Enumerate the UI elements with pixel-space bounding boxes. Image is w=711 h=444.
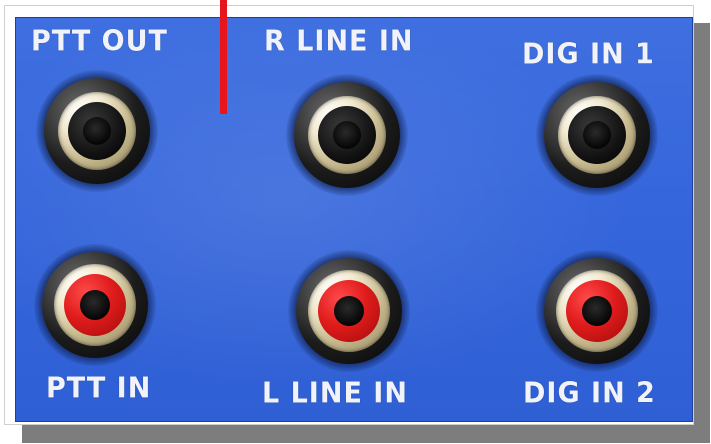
- label-dig-in-2: DIG IN 2: [523, 377, 656, 410]
- label-ptt-out: PTT OUT: [31, 25, 168, 58]
- label-ptt-in: PTT IN: [46, 372, 152, 405]
- jack-ptt-out: [36, 70, 158, 192]
- jack-l-line-in: [288, 250, 410, 372]
- label-l-line-in: L LINE IN: [262, 377, 408, 410]
- label-dig-in-1: DIG IN 1: [522, 38, 655, 71]
- jack-dig-in-1: [536, 74, 658, 196]
- jack-dig-in-2: [536, 250, 658, 372]
- connector-panel-photo: PTT OUT R LINE IN DIG IN 1 PTT IN L LINE…: [15, 17, 693, 422]
- jack-r-line-in: [286, 74, 408, 196]
- label-r-line-in: R LINE IN: [264, 25, 414, 58]
- photo-frame: PTT OUT R LINE IN DIG IN 1 PTT IN L LINE…: [4, 5, 694, 425]
- red-marker-line: [220, 0, 227, 114]
- jack-ptt-in: [34, 244, 156, 366]
